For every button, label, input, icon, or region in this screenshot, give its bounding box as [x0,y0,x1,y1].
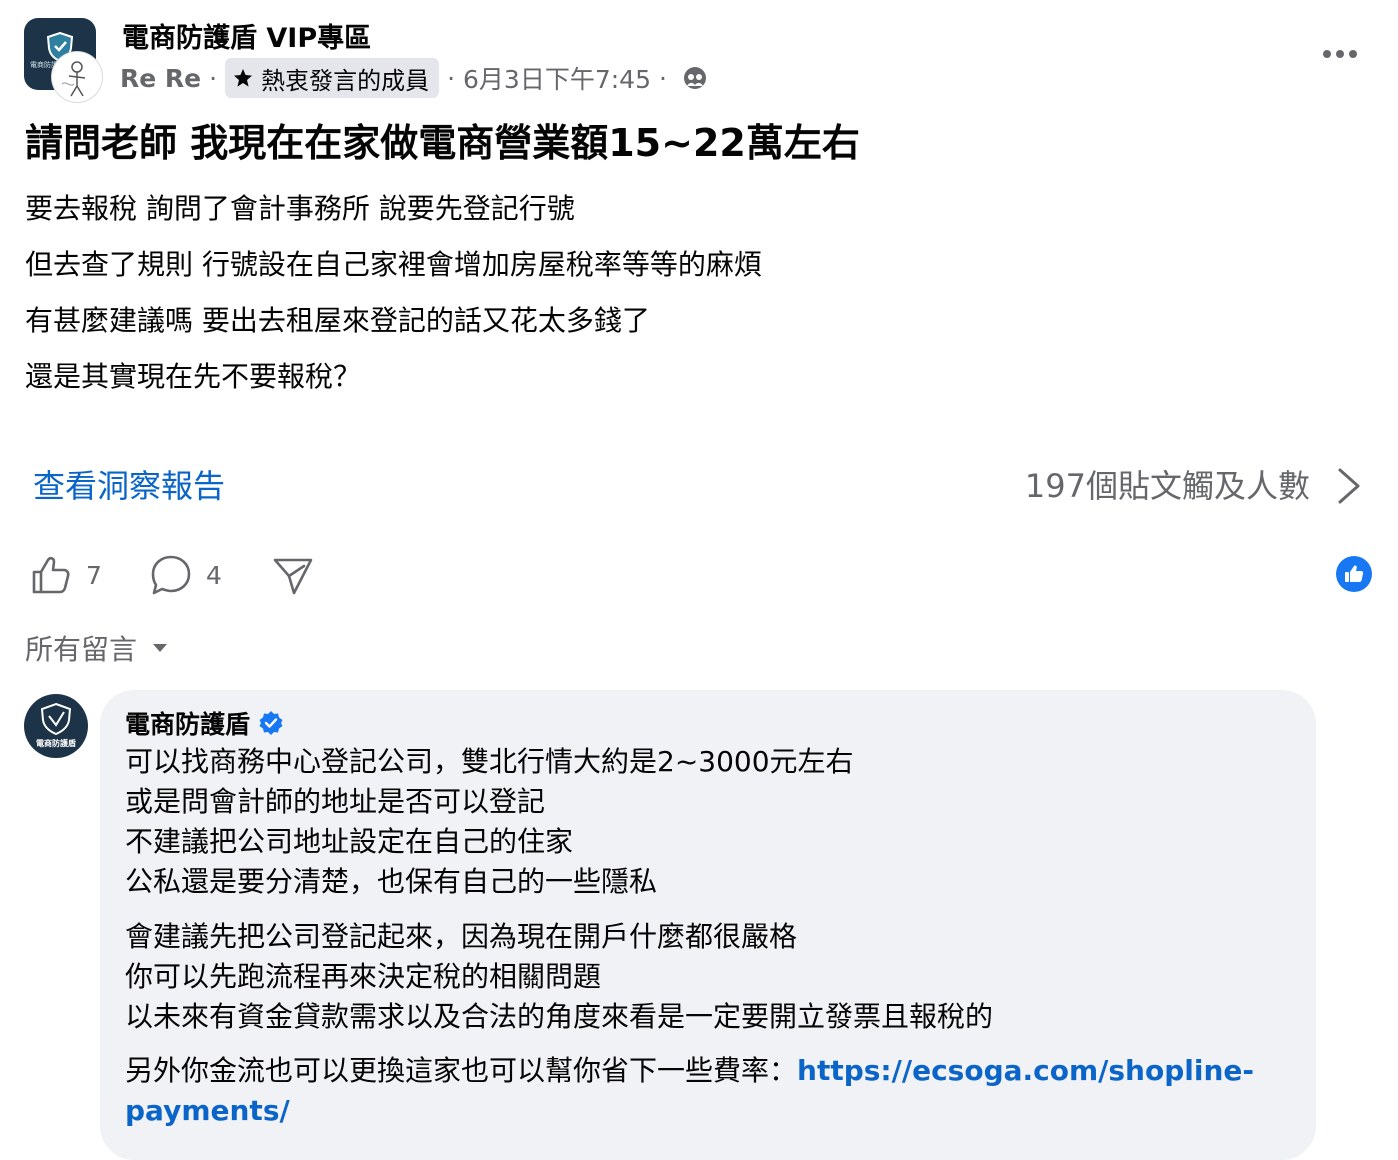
post-reach-count[interactable]: 197個貼文觸及人數 [1025,464,1310,508]
like-button[interactable]: 7 [30,552,102,598]
chevron-right-icon[interactable] [1334,466,1364,506]
commenter-avatar-text: 電商防護盾 [36,739,76,748]
audience-icon[interactable] [683,66,707,90]
comment-sort-label: 所有留言 [25,633,138,666]
more-icon [1323,50,1357,58]
like-bubble-icon [1345,565,1364,582]
commenter-name[interactable]: 電商防護盾 [125,706,284,740]
comment-text-line: payments/ [125,1091,290,1131]
share-button[interactable] [272,552,314,598]
comment-text-line: 會建議先把公司登記起來，因為現在開戶什麼都很嚴格 [125,920,798,953]
like-reaction-bubble[interactable] [1336,556,1372,592]
commenter-avatar[interactable]: 電商防護盾 [24,694,88,758]
comment-text-line: 以未來有資金貸款需求以及合法的角度來看是一定要開立發票且報稅的 [125,1000,994,1033]
post-text-line: 還是其實現在先不要報稅？ [25,360,362,393]
comment-text-line: 或是問會計師的地址是否可以登記 [125,785,546,818]
separator: · [658,63,667,93]
more-options-button[interactable] [1318,40,1362,68]
comment-text-line: 不建議把公司地址設定在自己的住家 [125,825,574,858]
like-icon [32,556,70,594]
post-text-line: 要去報稅 詢問了會計事務所 說要先登記行號 [25,192,575,225]
separator: · [447,63,456,93]
comment-button[interactable]: 4 [150,552,222,598]
shield-icon [40,702,72,736]
comment-text-line: 另外你金流也可以更換這家也可以幫你省下一些費率：https://ecsoga.c… [125,1051,1254,1091]
share-icon [273,558,313,595]
post-timestamp[interactable]: 6月3日下午7:45 [463,60,651,96]
comment-text-line: 你可以先跑流程再來決定稅的相關問題 [125,960,602,993]
like-count: 7 [86,560,102,590]
comment-count: 4 [206,560,222,590]
comment-text-line: 可以找商務中心登記公司，雙北行情大約是2~3000元左右 [125,745,854,778]
comment-link[interactable]: https://ecsoga.com/shopline- [797,1054,1254,1087]
author-name[interactable]: Re Re [120,64,201,93]
member-badge[interactable]: 熱衷發言的成員 [225,58,440,98]
comment-text-prefix: 另外你金流也可以更換這家也可以幫你省下一些費率： [125,1054,798,1087]
post-text-line: 但去查了規則 行號設在自己家裡會增加房屋稅率等等的麻煩 [25,248,762,281]
comment-text-line: 公私還是要分清楚，也保有自己的一些隱私 [125,865,658,898]
comment-icon [151,555,191,595]
caret-down-icon [151,642,169,654]
star-icon [234,69,253,87]
verified-icon [258,710,284,736]
commenter-name-label: 電商防護盾 [125,710,251,739]
comment-sort-dropdown[interactable]: 所有留言 [25,628,169,668]
badge-label: 熱衷發言的成員 [261,66,430,95]
separator: · [209,63,218,93]
post-title: 請問老師 我現在在家做電商營業額15~22萬左右 [25,121,860,165]
group-name[interactable]: 電商防護盾 VIP專區 [122,20,371,58]
comment-link-continued[interactable]: payments/ [125,1094,290,1127]
view-insights-link[interactable]: 查看洞察報告 [33,464,225,508]
sketch-figure-icon [61,61,86,97]
post-meta: Re Re · 熱衷發言的成員 · 6月3日下午7:45 · [120,58,707,98]
post-text-line: 有甚麼建議嗎 要出去租屋來登記的話又花太多錢了 [25,304,650,337]
user-avatar[interactable] [52,52,102,102]
